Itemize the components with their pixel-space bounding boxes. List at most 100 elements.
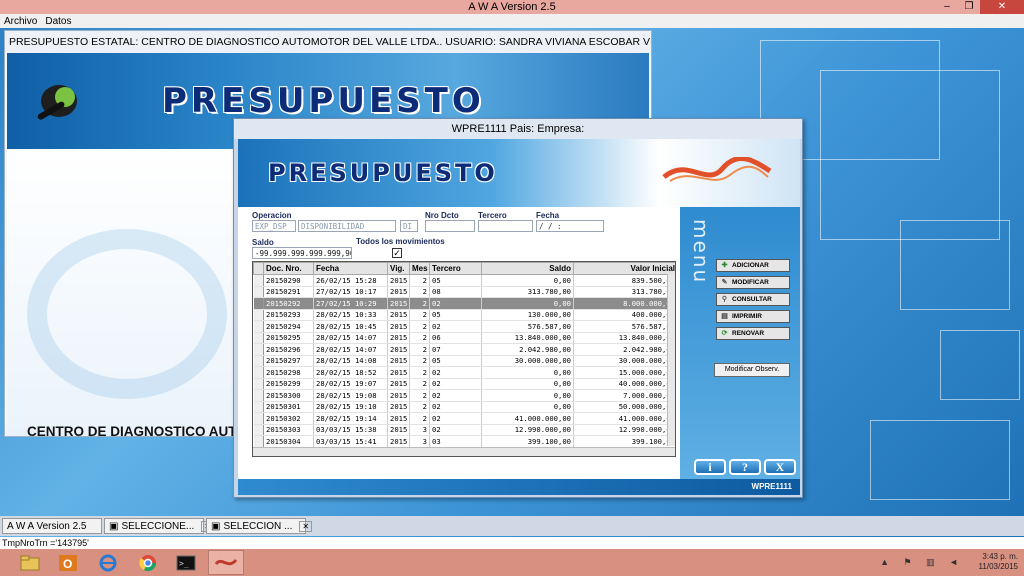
tab-seleccione[interactable]: ▣ SELECCIONE... ✕	[104, 518, 214, 534]
col-mes[interactable]: Mes	[409, 262, 430, 275]
row-selector[interactable]	[253, 297, 264, 310]
chrome-icon[interactable]	[130, 550, 166, 575]
renovar-label: RENOVAR	[732, 330, 765, 337]
tab-close-icon[interactable]: ✕	[299, 520, 313, 532]
cell-mes: 2	[409, 401, 430, 413]
row-selector[interactable]	[253, 309, 264, 321]
nro-dcto-field[interactable]	[425, 220, 475, 232]
info-button[interactable]: i	[694, 459, 726, 475]
table-header-row: Doc. Nro. Fecha Vig. Mes Tercero Saldo V…	[253, 262, 675, 275]
file-explorer-icon[interactable]	[12, 550, 48, 575]
row-selector[interactable]	[253, 389, 264, 402]
tab-main-label: A W A Version 2.5	[7, 520, 87, 532]
row-selector[interactable]	[253, 343, 264, 356]
clock[interactable]: 3:43 p. m. 11/03/2015	[979, 552, 1018, 572]
row-selector[interactable]	[253, 378, 264, 390]
menu-datos[interactable]: Datos	[45, 16, 71, 27]
windows-taskbar: O >_ ▲ ⚑ ▥ ◄ 3:43 p. m. 11/03/2015	[0, 549, 1024, 576]
internet-explorer-icon[interactable]	[90, 550, 126, 575]
row-selector[interactable]	[253, 366, 264, 379]
table-row[interactable]: 20150295 28/02/15 14:07 2015 2 06 13.840.000,…	[253, 332, 675, 344]
awa-app-icon[interactable]	[208, 550, 244, 575]
cell-tercero: 05	[429, 274, 482, 287]
table-row[interactable]: 20150298 28/02/15 18:52 2015 2 02 0,00 15.000.…	[253, 366, 675, 379]
cell-vig: 2015	[387, 366, 410, 379]
table-row[interactable]: 20150290 26/02/15 15:28 2015 2 05 0,00 839.500…	[253, 274, 675, 287]
cell-fecha: 28/02/15 14:08	[313, 355, 388, 367]
table-row[interactable]: 20150299 28/02/15 19:07 2015 2 02 0,00 40.000.…	[253, 378, 675, 390]
table-row[interactable]: 20150293 28/02/15 10:33 2015 2 05 130.000,00 4…	[253, 309, 675, 321]
table-horizontal-scrollbar[interactable]	[253, 447, 675, 456]
table-row[interactable]: 20150291 27/02/15 10:17 2015 2 08 313.780,00 3…	[253, 286, 675, 298]
row-selector[interactable]	[253, 332, 264, 344]
exit-button[interactable]: X	[764, 459, 796, 475]
console-icon[interactable]: >_	[168, 550, 204, 575]
col-doc-nro[interactable]: Doc. Nro.	[263, 262, 314, 275]
cell-mes: 2	[409, 343, 430, 356]
table-row[interactable]: 20150296 28/02/15 14:07 2015 2 07 2.042.980,0…	[253, 343, 675, 356]
cell-mes: 2	[409, 389, 430, 402]
saldo-field[interactable]: -99.999.999.999.999,90	[252, 247, 352, 259]
todos-movimientos-label: Todos los movimientos	[356, 237, 445, 246]
imprimir-button[interactable]: ▤ IMPRIMIR	[716, 310, 790, 323]
modificar-observ-button[interactable]: Modificar Observ.	[714, 363, 790, 377]
row-selector[interactable]	[253, 412, 264, 425]
status-bar: TmpNroTrn ='143795'	[0, 537, 1024, 549]
row-selector[interactable]	[253, 424, 264, 436]
table-row[interactable]: 20150303 03/03/15 15:38 2015 3 02 12.990.000,…	[253, 424, 675, 436]
operacion-code-field[interactable]: EXP_DSP	[252, 220, 296, 232]
cell-fecha: 28/02/15 19:10	[313, 401, 388, 413]
operacion-extra-field[interactable]: DI	[400, 220, 418, 232]
table-row[interactable]: 20150302 28/02/15 19:14 2015 2 02 41.000.000,…	[253, 412, 675, 425]
modificar-label: MODIFICAR	[732, 279, 769, 286]
close-button[interactable]: ✕	[980, 0, 1024, 14]
svg-text:>_: >_	[179, 559, 189, 568]
outlook-icon[interactable]: O	[50, 550, 86, 575]
row-selector[interactable]	[253, 355, 264, 367]
help-button[interactable]: ?	[729, 459, 761, 475]
system-tray-icons[interactable]: ▲ ⚑ ▥ ◄	[880, 557, 964, 568]
table-vertical-scrollbar[interactable]	[667, 274, 675, 446]
renovar-button[interactable]: ⟳ RENOVAR	[716, 327, 790, 340]
cell-valor-inicial: 50.000.000,00	[573, 401, 675, 413]
row-selector[interactable]	[253, 286, 264, 298]
cell-vig: 2015	[387, 435, 410, 448]
tab-seleccion[interactable]: ▣ SELECCION ... ✕	[206, 518, 313, 534]
menu-bar: Archivo Datos	[0, 14, 1024, 28]
cell-valor-inicial: 399.100,00	[573, 435, 675, 448]
tab-main[interactable]: A W A Version 2.5	[2, 518, 102, 534]
menu-archivo[interactable]: Archivo	[4, 16, 37, 27]
cell-vig: 2015	[387, 332, 410, 344]
row-selector[interactable]	[253, 274, 264, 287]
operacion-desc-field[interactable]: DISPONIBILIDAD	[298, 220, 396, 232]
cell-doc-nro: 20150304	[263, 435, 314, 448]
table-row[interactable]: 20150297 28/02/15 14:08 2015 2 05 30.000.000,…	[253, 355, 675, 367]
fecha-field[interactable]: / / :	[536, 220, 604, 232]
row-selector[interactable]	[253, 401, 264, 413]
cell-valor-inicial: 313.780,00	[573, 286, 675, 298]
adicionar-button[interactable]: ✚ ADICIONAR	[716, 259, 790, 272]
cell-vig: 2015	[387, 309, 410, 321]
row-selector[interactable]	[253, 320, 264, 333]
col-valor-inicial[interactable]: Valor Inicial	[573, 262, 675, 275]
table-row[interactable]: 20150300 28/02/15 19:08 2015 2 02 0,00 7.000.0…	[253, 389, 675, 402]
modificar-button[interactable]: ✎ MODIFICAR	[716, 276, 790, 289]
cell-saldo: 12.990.000,00	[481, 424, 574, 436]
minimize-button[interactable]: –	[936, 0, 958, 14]
col-fecha[interactable]: Fecha	[313, 262, 388, 275]
cell-tercero: 05	[429, 355, 482, 367]
main-banner-title: PRESUPUESTO	[162, 81, 485, 121]
table-row[interactable]: 20150301 28/02/15 19:10 2015 2 02 0,00 50.000.…	[253, 401, 675, 413]
table-row[interactable]: 20150304 03/03/15 15:41 2015 3 03 399.100,00 3…	[253, 435, 675, 448]
table-row[interactable]: 20150294 28/02/15 10:45 2015 2 02 576.587,00 5…	[253, 320, 675, 333]
tercero-field[interactable]	[478, 220, 533, 232]
consultar-button[interactable]: ⚲ CONSULTAR	[716, 293, 790, 306]
col-tercero[interactable]: Tercero	[429, 262, 482, 275]
row-selector[interactable]	[253, 435, 264, 448]
col-vig[interactable]: Vig.	[387, 262, 410, 275]
todos-movimientos-checkbox[interactable]: ✓	[392, 248, 402, 258]
maximize-button[interactable]: ❐	[958, 0, 980, 14]
table-row[interactable]: 20150292 27/02/15 10:29 2015 2 02 0,00 8.000.0…	[253, 297, 675, 310]
decor-wave	[27, 229, 227, 399]
col-saldo[interactable]: Saldo	[481, 262, 574, 275]
